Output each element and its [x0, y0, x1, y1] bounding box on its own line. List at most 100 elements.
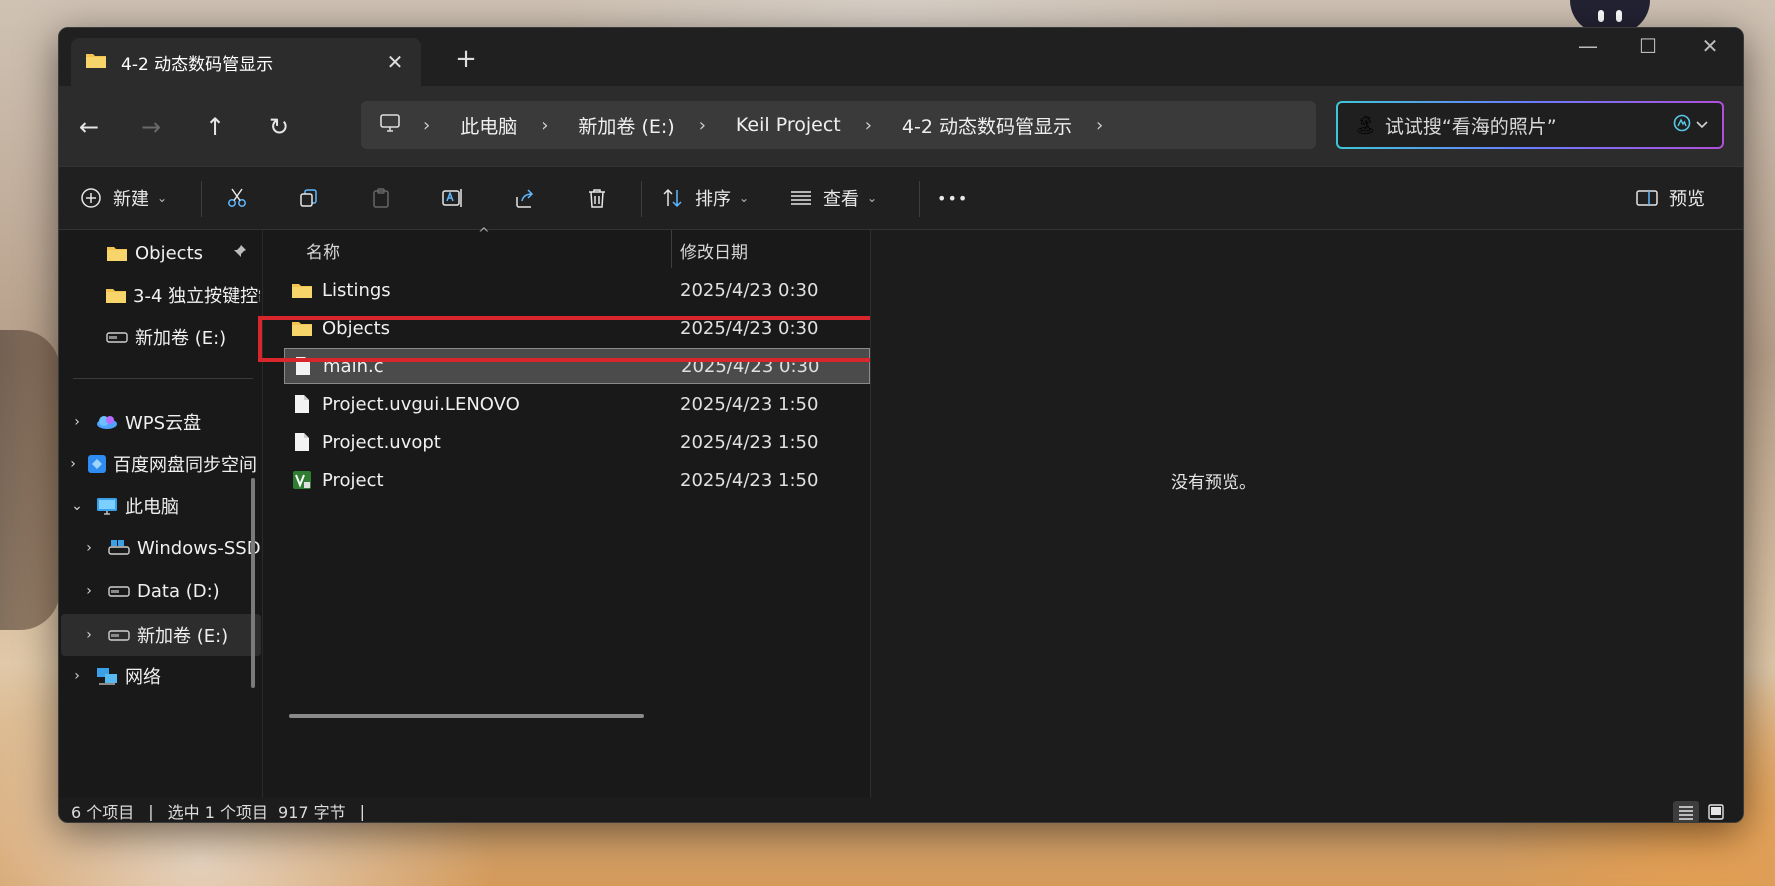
- column-header-date[interactable]: 修改日期: [680, 238, 748, 263]
- delete-button[interactable]: [579, 181, 615, 215]
- file-name: Project.uvopt: [322, 431, 441, 453]
- file-date: 2025/4/23 0:30: [680, 279, 819, 301]
- sidebar-item-label: Objects: [135, 242, 204, 264]
- file-row[interactable]: Listings 2025/4/23 0:30: [284, 272, 870, 308]
- breadcrumb-drive-e[interactable]: 新加卷 (E:): [578, 112, 674, 139]
- preview-pane: 没有预览。: [870, 230, 1743, 798]
- view-button[interactable]: 查看 ⌄: [783, 181, 877, 215]
- search-input[interactable]: 试试搜“看海的照片”: [1385, 112, 1672, 139]
- sidebar-item-this-pc[interactable]: ⌄ 此电脑: [67, 489, 257, 523]
- file-date: 2025/4/23 1:50: [680, 393, 819, 415]
- pin-icon: [233, 244, 247, 262]
- folder-icon: [105, 244, 129, 262]
- rename-icon: [435, 181, 471, 215]
- address-bar[interactable]: › 此电脑 › 新加卷 (E:) › Keil Project › 4-2 动态…: [361, 101, 1316, 149]
- more-options-button[interactable]: •••: [937, 181, 968, 215]
- paste-button[interactable]: [363, 181, 399, 215]
- keil-project-icon: [288, 470, 316, 490]
- sidebar-divider: [73, 378, 253, 379]
- chevron-right-icon[interactable]: ›: [541, 115, 548, 136]
- island-icon: 🏝: [1354, 114, 1377, 136]
- column-separator[interactable]: [671, 230, 672, 268]
- preview-pane-button[interactable]: 预览: [1629, 181, 1705, 215]
- drive-icon: [105, 330, 129, 344]
- up-button[interactable]: ↑: [195, 110, 235, 144]
- baidu-netdisk-icon: [87, 454, 107, 474]
- column-header-name[interactable]: 名称: [306, 238, 340, 263]
- folder-icon: [105, 286, 127, 304]
- sidebar-item-drive-e-pinned[interactable]: 新加卷 (E:): [105, 320, 260, 354]
- plus-circle-icon: [73, 181, 109, 215]
- network-icon: [95, 666, 119, 686]
- cut-button[interactable]: [219, 181, 255, 215]
- chevron-right-icon[interactable]: ›: [865, 115, 872, 136]
- close-window-button[interactable]: ✕: [1685, 34, 1735, 58]
- breadcrumb-current-folder[interactable]: 4-2 动态数码管显示: [902, 112, 1072, 139]
- copilot-icon[interactable]: [1672, 113, 1692, 138]
- selection-size: 917 字节: [278, 803, 346, 822]
- sidebar-item-data-d[interactable]: › Data (D:): [79, 574, 262, 608]
- sidebar-item-label: 3-4 独立按键控制: [133, 286, 260, 307]
- no-preview-message: 没有预览。: [1171, 473, 1256, 493]
- chevron-right-icon[interactable]: ›: [67, 668, 87, 684]
- selection-count: 选中 1 个项目: [167, 803, 269, 822]
- rename-button[interactable]: [435, 181, 471, 215]
- sidebar-item-label: 此电脑: [125, 497, 179, 518]
- maximize-button[interactable]: ☐: [1623, 34, 1673, 58]
- minimize-button[interactable]: —: [1563, 34, 1613, 58]
- chevron-right-icon[interactable]: ›: [67, 456, 79, 472]
- sidebar-item-label: Windows-SSD: [137, 537, 261, 559]
- tab-current-folder[interactable]: 4-2 动态数码管显示 ✕: [71, 38, 421, 86]
- details-view-button[interactable]: [1673, 801, 1699, 822]
- toolbar-divider: [641, 181, 642, 217]
- sidebar-item-objects[interactable]: Objects: [105, 236, 255, 270]
- chevron-down-icon[interactable]: ⌄: [67, 498, 87, 514]
- preview-pane-icon: [1629, 181, 1665, 215]
- forward-button[interactable]: →: [131, 110, 171, 144]
- view-label: 查看: [823, 189, 859, 210]
- chevron-right-icon[interactable]: ›: [79, 627, 99, 643]
- sort-button[interactable]: 排序 ⌄: [655, 181, 749, 215]
- sidebar-item-baidu-netdisk[interactable]: › 百度网盘同步空间: [67, 447, 257, 481]
- sidebar-item-3-4-folder[interactable]: 3-4 独立按键控制: [105, 278, 260, 312]
- search-box[interactable]: 🏝 试试搜“看海的照片”: [1336, 101, 1724, 149]
- file-list-header: ^ 名称 修改日期: [264, 226, 870, 268]
- sidebar-item-label: 网络: [125, 667, 161, 688]
- tiles-view-button[interactable]: [1703, 801, 1729, 822]
- chevron-right-icon[interactable]: ›: [79, 540, 99, 556]
- title-bar: 4-2 动态数码管显示 ✕ + — ☐ ✕: [59, 28, 1743, 86]
- sidebar-scrollbar[interactable]: [251, 478, 255, 688]
- share-button[interactable]: [507, 181, 543, 215]
- status-bar: 6 个项目 | 选中 1 个项目 917 字节 |: [59, 798, 1743, 822]
- sidebar-item-wps-cloud[interactable]: › WPS云盘: [67, 405, 257, 439]
- copy-button[interactable]: [291, 181, 327, 215]
- sidebar-item-network[interactable]: › 网络: [67, 659, 257, 693]
- chevron-right-icon[interactable]: ›: [79, 583, 99, 599]
- file-row[interactable]: Project.uvgui.LENOVO 2025/4/23 1:50: [284, 386, 870, 422]
- chevron-right-icon[interactable]: ›: [699, 115, 706, 136]
- toolbar-divider: [919, 181, 920, 217]
- chevron-right-icon[interactable]: ›: [1096, 115, 1103, 136]
- chevron-right-icon[interactable]: ›: [67, 414, 87, 430]
- sort-ascending-icon: ^: [478, 226, 490, 242]
- chevron-right-icon[interactable]: ›: [423, 115, 430, 136]
- tab-title: 4-2 动态数码管显示: [121, 54, 274, 75]
- horizontal-scrollbar[interactable]: [289, 714, 644, 718]
- tab-close-icon[interactable]: ✕: [375, 50, 415, 74]
- highlight-box: [258, 316, 885, 362]
- sidebar-item-windows-ssd[interactable]: › Windows-SSD: [79, 531, 262, 565]
- breadcrumb-this-pc[interactable]: 此电脑: [460, 112, 517, 139]
- scissors-icon: [219, 181, 255, 215]
- back-button[interactable]: ←: [69, 110, 109, 144]
- file-row[interactable]: Project 2025/4/23 1:50: [284, 462, 870, 498]
- new-tab-button[interactable]: +: [449, 44, 483, 74]
- sidebar-item-drive-e[interactable]: › 新加卷 (E:): [61, 614, 261, 656]
- list-view-icon: [783, 181, 819, 215]
- file-name: Project: [322, 469, 384, 491]
- breadcrumb-keil-project[interactable]: Keil Project: [736, 114, 841, 136]
- document-icon: [288, 394, 316, 414]
- refresh-button[interactable]: ↻: [259, 110, 299, 144]
- chevron-down-icon[interactable]: [1696, 117, 1708, 133]
- file-row[interactable]: Project.uvopt 2025/4/23 1:50: [284, 424, 870, 460]
- new-button[interactable]: 新建 ⌄: [73, 181, 167, 215]
